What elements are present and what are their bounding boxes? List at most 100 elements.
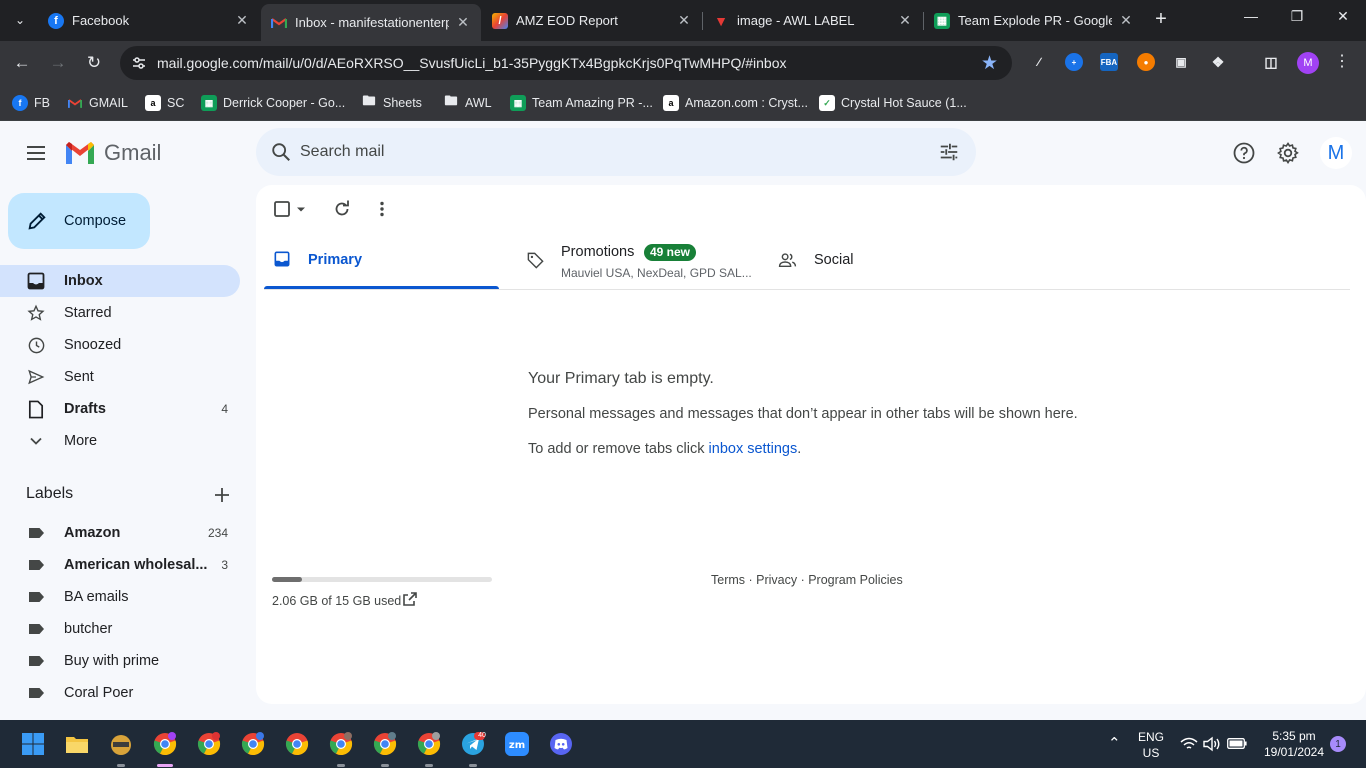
bookmark-derrick-cooper[interactable]: ▦ Derrick Cooper - Go...	[201, 92, 345, 114]
tab-awl-label[interactable]: ▼ image - AWL LABEL ✕	[703, 4, 923, 37]
address-bar[interactable]: mail.google.com/mail/u/0/d/AEoRXRSO__Svu…	[120, 46, 1012, 80]
label-item[interactable]: Amazon 234	[0, 517, 240, 549]
back-button[interactable]: ←	[10, 51, 34, 75]
restore-button[interactable]: ❐	[1287, 8, 1307, 25]
nav-inbox[interactable]: Inbox	[0, 265, 240, 297]
clock-date[interactable]: 19/01/2024	[1256, 745, 1332, 759]
add-label-icon[interactable]	[212, 485, 232, 505]
label-name: American wholesal...	[64, 557, 208, 573]
label-item[interactable]: Buy with prime	[0, 645, 240, 677]
tab-promotions[interactable]: Promotions	[516, 232, 766, 289]
language-indicator[interactable]: ENG	[1134, 730, 1168, 744]
bookmark-crystal-hot-sauce[interactable]: ✓ Crystal Hot Sauce (1...	[819, 92, 967, 114]
minimize-button[interactable]: —	[1241, 8, 1261, 24]
window-close-button[interactable]: ✕	[1333, 8, 1353, 25]
select-dropdown-icon[interactable]	[294, 199, 308, 219]
tray-overflow-chevron-icon[interactable]: ⌃	[1108, 734, 1121, 752]
bookmark-label: SC	[167, 96, 185, 110]
inbox-settings-link[interactable]: inbox settings	[709, 441, 798, 457]
volume-icon[interactable]	[1203, 736, 1221, 752]
browser-menu-icon[interactable]: ⋮	[1334, 51, 1350, 71]
label-item[interactable]: BA emails	[0, 581, 240, 613]
refresh-icon[interactable]	[332, 199, 352, 219]
chrome-icon[interactable]	[417, 732, 441, 756]
nav-drafts[interactable]: Drafts 4	[0, 393, 240, 425]
main-menu-icon[interactable]	[24, 141, 48, 165]
nav-starred[interactable]: Starred	[0, 297, 240, 329]
bookmark-fb[interactable]: f FB	[12, 92, 50, 114]
footer-links[interactable]: Terms · Privacy · Program Policies	[711, 573, 903, 587]
more-options-icon[interactable]	[372, 199, 392, 219]
close-icon[interactable]: ✕	[1118, 12, 1134, 29]
wifi-icon[interactable]	[1180, 737, 1198, 751]
nav-snoozed[interactable]: Snoozed	[0, 329, 240, 361]
chrome-icon[interactable]	[373, 732, 397, 756]
settings-gear-icon[interactable]	[1276, 141, 1300, 165]
clock-time[interactable]: 5:35 pm	[1256, 729, 1332, 743]
notification-badge[interactable]: 1	[1330, 736, 1346, 752]
extension-camera-icon[interactable]: ▣	[1172, 53, 1190, 71]
compose-button[interactable]: Compose	[8, 193, 150, 249]
close-icon[interactable]: ✕	[234, 12, 250, 29]
tab-inbox[interactable]: Inbox - manifestationenterp ✕	[261, 4, 481, 41]
gmail-logo[interactable]: Gmail	[64, 140, 161, 166]
app-helmet-icon[interactable]	[109, 732, 133, 756]
language-region[interactable]: US	[1134, 746, 1168, 760]
extension-plus-icon[interactable]: +	[1065, 53, 1083, 71]
extension-fba-icon[interactable]: FBA	[1100, 53, 1118, 71]
search-icon[interactable]	[270, 141, 292, 163]
browser-tabstrip: ⌄ f Facebook ✕ Inbox - manifestationente…	[0, 0, 1366, 41]
extension-circle-icon[interactable]: ●	[1137, 53, 1155, 71]
label-item[interactable]: butcher	[0, 613, 240, 645]
discord-icon[interactable]	[549, 732, 573, 756]
search-bar[interactable]	[256, 128, 976, 176]
tab-facebook[interactable]: f Facebook ✕	[38, 4, 260, 37]
nav-more[interactable]: More	[0, 425, 240, 457]
label-item[interactable]: American wholesal... 3	[0, 549, 240, 581]
tab-search-button[interactable]: ⌄	[6, 6, 34, 34]
chrome-icon[interactable]	[285, 732, 309, 756]
forward-button[interactable]: →	[46, 51, 70, 75]
tab-amz-eod-report[interactable]: / AMZ EOD Report ✕	[482, 4, 702, 37]
close-icon[interactable]: ✕	[455, 14, 471, 31]
extension-pen-icon[interactable]: ∕	[1030, 53, 1048, 71]
tab-social[interactable]: Social	[768, 232, 1018, 289]
open-external-icon[interactable]	[402, 591, 418, 607]
search-options-icon[interactable]	[938, 141, 960, 163]
bookmark-team-amazing-pr[interactable]: ▦ Team Amazing PR -...	[510, 92, 653, 114]
zoom-icon[interactable]: zm	[505, 732, 529, 756]
label-icon	[26, 587, 46, 607]
close-icon[interactable]: ✕	[676, 12, 692, 29]
browser-profile-avatar[interactable]: M	[1297, 52, 1319, 74]
help-icon[interactable]	[1232, 141, 1256, 165]
search-input[interactable]	[300, 140, 900, 164]
bookmark-label: Amazon.com : Cryst...	[685, 96, 808, 110]
label-name: Coral Poer	[64, 685, 134, 701]
windows-start-icon[interactable]	[21, 732, 45, 756]
tab-primary[interactable]: Primary	[264, 232, 499, 289]
tab-team-explode-pr[interactable]: ▦ Team Explode PR - Google S ✕	[924, 4, 1144, 37]
label-item[interactable]: Coral Poer	[0, 677, 240, 709]
bookmark-sc[interactable]: a SC	[145, 92, 184, 114]
bookmark-star-icon[interactable]: ★	[981, 52, 998, 75]
close-icon[interactable]: ✕	[897, 12, 913, 29]
side-panel-icon[interactable]: ◫	[1262, 53, 1280, 71]
file-explorer-icon[interactable]	[65, 732, 89, 756]
bookmark-gmail[interactable]: GMAIL	[67, 92, 128, 114]
bookmark-sheets-folder[interactable]: 🖿 Sheets	[361, 92, 421, 114]
bookmark-awl-folder[interactable]: 🖿 AWL	[443, 92, 491, 114]
nav-sent[interactable]: Sent	[0, 361, 240, 393]
chrome-icon[interactable]	[153, 732, 177, 756]
reload-button[interactable]: ↻	[82, 51, 106, 75]
chrome-icon[interactable]	[329, 732, 353, 756]
site-settings-icon[interactable]	[132, 56, 146, 70]
new-tab-button[interactable]: +	[1152, 9, 1170, 29]
nav-label: More	[64, 433, 98, 449]
battery-icon[interactable]	[1227, 738, 1247, 749]
chrome-icon[interactable]	[241, 732, 265, 756]
bookmark-amazon-crystal[interactable]: a Amazon.com : Cryst...	[663, 92, 808, 114]
select-all-checkbox[interactable]	[272, 199, 292, 219]
chrome-icon[interactable]	[197, 732, 221, 756]
account-avatar[interactable]: M	[1320, 137, 1352, 169]
extensions-puzzle-icon[interactable]: ❖	[1209, 53, 1227, 71]
